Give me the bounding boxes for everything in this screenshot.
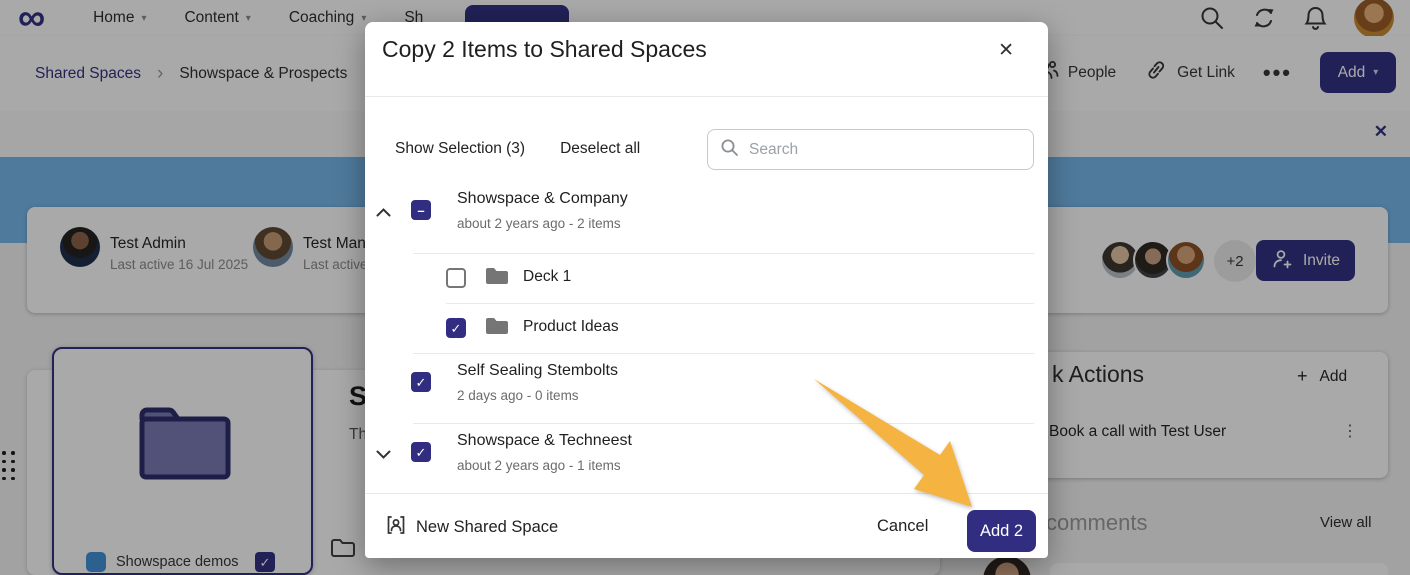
folder-icon [485,316,509,341]
space-meta: 2 days ago - 0 items [457,388,579,403]
child-row-deck-1[interactable]: Deck 1 [365,253,1048,303]
cancel-button[interactable]: Cancel [877,517,928,536]
selection-controls: Show Selection (3) Deselect all [395,140,640,158]
space-title: Self Sealing Stembolts [457,362,618,380]
search-field[interactable] [707,129,1034,170]
dialog-footer: New Shared Space Cancel Add 2 [365,493,1048,558]
divider [413,423,1034,424]
child-label: Product Ideas [523,318,619,336]
divider [365,96,1048,97]
close-icon[interactable]: ✕ [998,39,1014,62]
add-2-button[interactable]: Add 2 [967,510,1036,552]
copy-items-dialog: Copy 2 Items to Shared Spaces ✕ Show Sel… [365,22,1048,558]
chevron-up-icon[interactable] [376,204,391,222]
space-meta: about 2 years ago - 1 items [457,458,621,473]
child-row-product-ideas[interactable]: ✓ Product Ideas [365,303,1048,353]
space-row-showspace-techneest[interactable]: ✓ Showspace & Techneest about 2 years ag… [365,430,1048,493]
deselect-all-button[interactable]: Deselect all [560,140,640,158]
app-window: ∞ Home▾ Content▾ Coaching▾ Sh Shared Spa… [0,0,1410,575]
checkbox-checked[interactable]: ✓ [411,442,431,462]
checkbox-unchecked[interactable] [446,268,466,288]
dialog-title: Copy 2 Items to Shared Spaces [382,36,707,63]
folder-icon [485,266,509,291]
space-row-showspace-company[interactable]: – Showspace & Company about 2 years ago … [365,188,1048,253]
space-row-self-sealing-stembolts[interactable]: ✓ Self Sealing Stembolts 2 days ago - 0 … [365,360,1048,423]
space-title: Showspace & Techneest [457,432,632,450]
checkbox-checked[interactable]: ✓ [411,372,431,392]
checkbox-checked[interactable]: ✓ [446,318,466,338]
checkbox-indeterminate[interactable]: – [411,200,431,220]
show-selection-button[interactable]: Show Selection (3) [395,140,525,158]
space-title: Showspace & Company [457,190,628,208]
shared-space-icon [386,515,406,540]
new-shared-space-button[interactable]: New Shared Space [386,515,558,540]
space-meta: about 2 years ago - 2 items [457,216,621,231]
child-label: Deck 1 [523,268,571,286]
search-input[interactable] [749,141,1021,159]
divider [413,353,1034,354]
chevron-down-icon[interactable] [376,446,391,464]
search-icon [720,138,739,162]
